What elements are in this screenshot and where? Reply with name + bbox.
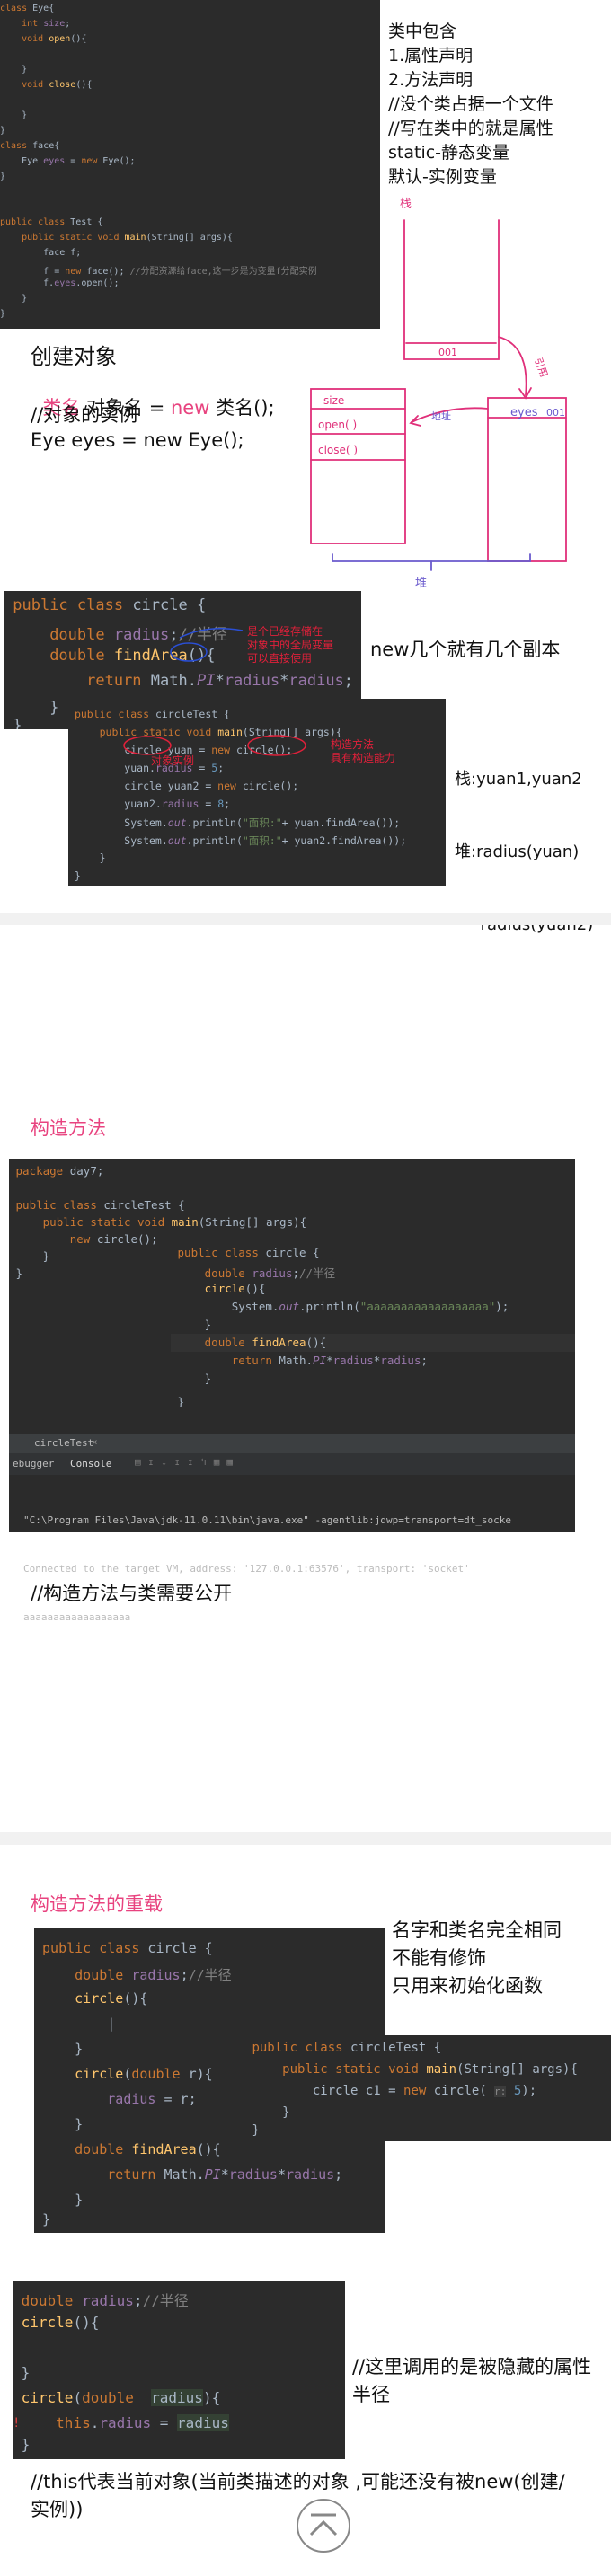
scroll-top-button[interactable]	[297, 2499, 350, 2553]
global-variable-annotation: 是个已经存储在 对象中的全局变量 可以直接使用	[247, 625, 333, 666]
object-box	[310, 388, 406, 544]
class-note-line: //写在类中的就是属性	[388, 119, 553, 138]
console-output: "C:\Program Files\Java\jdk-11.0.11\bin\j…	[23, 1480, 511, 1658]
class-note-line: 1.属性声明	[388, 46, 474, 66]
stack-heap-line: 栈:yuan1,yuan2	[455, 770, 582, 789]
class-note-line: 2.方法声明	[388, 70, 474, 90]
chevron-up-icon	[309, 2513, 338, 2536]
stack-outline	[403, 219, 500, 360]
class-note-line: static-静态变量	[388, 143, 510, 163]
hidden-field-note: //这里调用的是被隐藏的属性 半径	[352, 2353, 591, 2409]
create-object-heading: 创建对象	[31, 344, 117, 369]
console-tab[interactable]: Console	[70, 1458, 111, 1469]
code-block-overload-test: public class circleTest { public static …	[244, 2035, 611, 2141]
code-block-this: double radius;//半径 circle(){ } circle(do…	[13, 2281, 345, 2459]
close-icon[interactable]: ×	[92, 1436, 98, 1448]
overload-title: 构造方法的重载	[31, 1893, 163, 1915]
eyes-label: eyes	[510, 406, 538, 419]
code-block-constructor: package day7; public class circleTest { …	[9, 1159, 575, 1434]
annotation-line: 是个已经存储在	[247, 625, 323, 638]
console-toolbar-icons[interactable]: ▤↥↧↥↥↰▦▦	[135, 1456, 240, 1468]
field-label: size	[323, 394, 344, 407]
overload-note-line: 只用来初始化函数	[392, 1975, 543, 1997]
console-debugger-tab[interactable]: ebugger	[13, 1458, 54, 1469]
stack-label: 栈	[400, 198, 412, 211]
console-line: aaaaaaaaaaaaaaaaaa	[23, 1611, 131, 1623]
overload-note-line: 名字和类名完全相同	[392, 1919, 562, 1941]
console-toolbar: ebugger Console ▤↥↧↥↥↰▦▦	[9, 1453, 575, 1475]
address-label: 001	[438, 347, 457, 358]
error-bulb-icon[interactable]: !	[13, 2416, 20, 2430]
address-label: 001	[546, 407, 565, 419]
hidden-note-line: //这里调用的是被隐藏的属性	[352, 2356, 592, 2378]
hidden-note-line: 半径	[352, 2384, 390, 2405]
instance-example: Eye eyes = new Eye();	[31, 429, 244, 451]
console-line: "C:\Program Files\Java\jdk-11.0.11\bin\j…	[23, 1514, 512, 1526]
overload-notes: 名字和类名完全相同 不能有修饰 只用来初始化函数	[392, 1917, 562, 2000]
arrow-label: 引用	[532, 356, 551, 378]
field-label: close( )	[318, 444, 358, 456]
annotation-line: 构造方法	[331, 738, 375, 751]
console-line: Connected to the target VM, address: '12…	[23, 1563, 470, 1575]
constructor-annotation: 构造方法 具有构造能力	[331, 738, 395, 765]
instance-comment: //对象的实例	[31, 404, 138, 426]
section-divider	[0, 1832, 611, 1845]
console-panel: circleTest × ebugger Console ▤↥↧↥↥↰▦▦ "C…	[9, 1434, 575, 1623]
syntax-new: new	[170, 397, 210, 419]
arrow-note: 地址	[431, 410, 451, 422]
memory-sketch: 栈 001 eyes 001 引用 地址 size open( ) close(…	[310, 198, 567, 590]
copies-note: new几个就有几个副本	[370, 639, 561, 660]
field-label: open( )	[318, 419, 357, 431]
heap-label: 堆	[415, 577, 427, 590]
console-run-tab[interactable]: circleTest	[34, 1437, 93, 1449]
annotation-line: 具有构造能力	[331, 752, 396, 764]
class-note-line: 默认-实例变量	[388, 167, 497, 187]
instance-annotation: 对象实例	[151, 754, 195, 767]
section-divider	[0, 913, 611, 925]
eyes-box	[487, 397, 567, 562]
class-note-line: //没个类占据一个文件	[388, 94, 553, 114]
annotation-line: 对象中的全局变量	[247, 639, 334, 651]
inner-code-circle: public class circle { double radius;//半径…	[171, 1244, 575, 1433]
class-note-line: 类中包含	[388, 22, 457, 41]
annotation-line: 可以直接使用	[247, 652, 313, 665]
console-tabbar: circleTest ×	[9, 1434, 575, 1453]
constructor-title: 构造方法	[31, 1117, 106, 1139]
syntax-end: 类名();	[209, 397, 275, 419]
stack-heap-line: 堆:radius(yuan)	[455, 842, 580, 861]
this-note-line: //this代表当前对象(当前类描述的对象 ,可能还没有被new(创建/	[31, 2471, 565, 2492]
param-hint: r:	[494, 2086, 507, 2097]
constructor-public-note: //构造方法与类需要公开	[31, 1583, 233, 1604]
overload-note-line: 不能有修饰	[392, 1947, 486, 1969]
class-notes: 类中包含 1.属性声明 2.方法声明 //没个类占据一个文件 //写在类中的就是…	[388, 20, 553, 190]
